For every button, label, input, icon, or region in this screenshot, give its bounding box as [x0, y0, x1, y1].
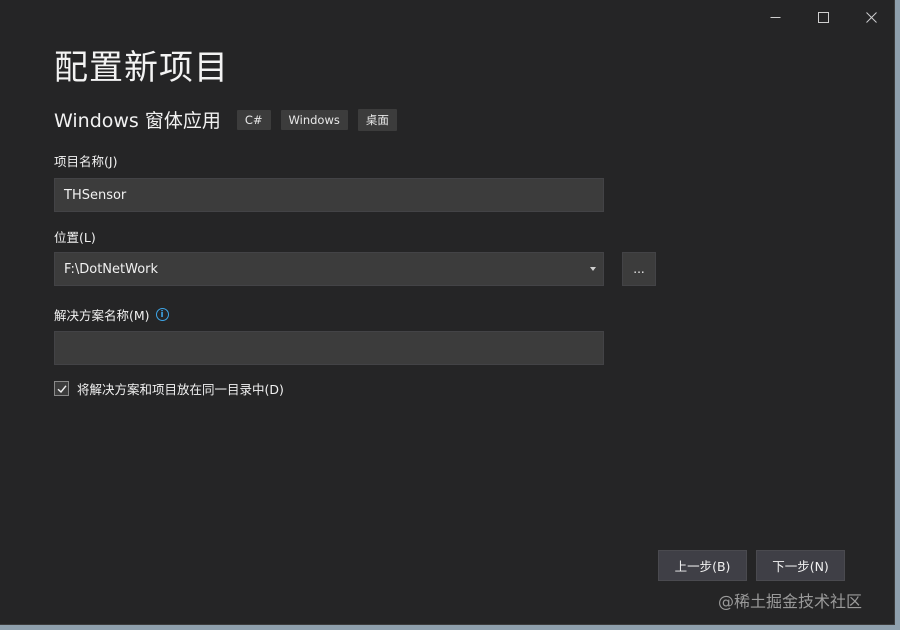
minimize-icon — [770, 16, 780, 18]
watermark: @稀土掘金技术社区 — [718, 592, 863, 611]
solution-name-input[interactable] — [54, 331, 604, 365]
location-combobox[interactable]: F:\DotNetWork — [54, 252, 604, 286]
close-button[interactable] — [848, 0, 894, 34]
tag-project-type: 桌面 — [357, 108, 397, 131]
same-directory-option[interactable]: 将解决方案和项目放在同一目录中(D) — [54, 379, 284, 398]
back-button[interactable]: 上一步(B) — [658, 550, 747, 581]
maximize-button[interactable] — [800, 0, 846, 34]
dialog-window: 配置新项目 Windows 窗体应用 C# Windows 桌面 项目名称(J)… — [0, 0, 895, 625]
browse-button[interactable]: ... — [622, 252, 656, 286]
template-info: Windows 窗体应用 C# Windows 桌面 — [54, 106, 407, 133]
project-name-label: 项目名称(J) — [54, 154, 118, 169]
solution-name-label-row: 解决方案名称(M) i — [54, 305, 169, 324]
location-label: 位置(L) — [54, 230, 96, 245]
checkmark-icon — [57, 384, 67, 393]
info-icon[interactable]: i — [155, 308, 169, 321]
next-button[interactable]: 下一步(N) — [756, 550, 845, 581]
project-name-input[interactable]: THSensor — [54, 178, 604, 212]
close-icon — [865, 11, 877, 23]
minimize-button[interactable] — [752, 0, 798, 34]
tag-language: C# — [236, 109, 271, 130]
dropdown-arrow-icon[interactable] — [590, 267, 596, 271]
same-directory-checkbox[interactable] — [54, 381, 69, 396]
project-name-value: THSensor — [64, 187, 127, 203]
solution-name-label: 解决方案名称(M) — [54, 308, 150, 323]
template-name: Windows 窗体应用 — [54, 110, 221, 132]
tag-platform: Windows — [280, 109, 348, 130]
page-title: 配置新项目 — [54, 48, 229, 88]
location-value: F:\DotNetWork — [64, 261, 159, 277]
maximize-icon — [817, 11, 829, 23]
same-directory-label: 将解决方案和项目放在同一目录中(D) — [77, 382, 284, 397]
